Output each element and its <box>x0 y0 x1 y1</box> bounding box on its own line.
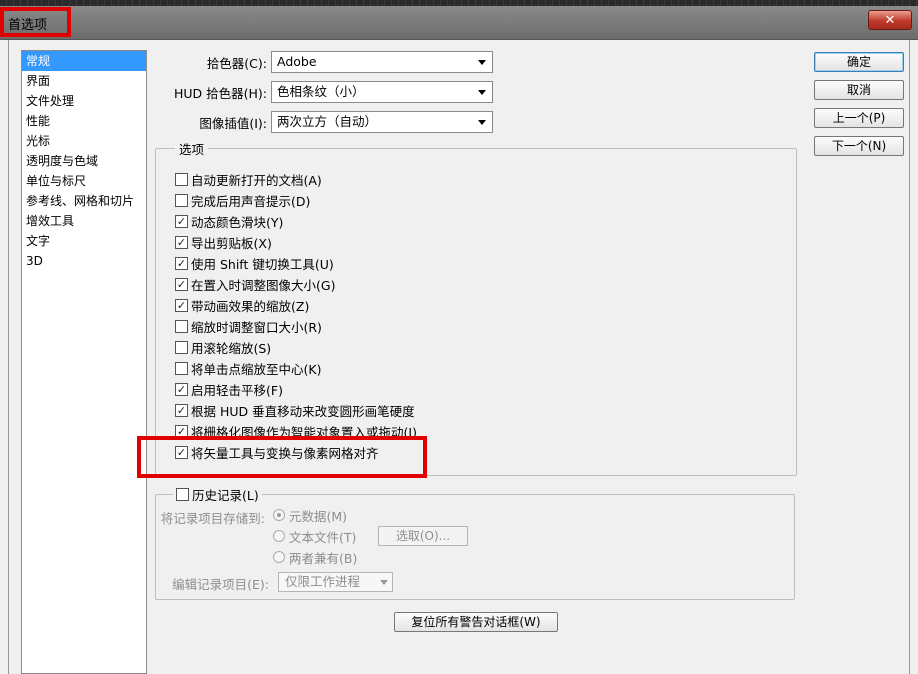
option-zoom-clicked-point[interactable]: 将单击点缩放至中心(K) <box>175 359 321 377</box>
option-label: 在置入时调整图像大小(G) <box>191 277 336 293</box>
hud-picker-value: 色相条纹（小） <box>277 84 365 99</box>
option-label: 根据 HUD 垂直移动来改变圆形画笔硬度 <box>191 403 415 419</box>
radio-icon[interactable] <box>273 530 285 542</box>
highlight-box <box>137 436 427 478</box>
radio-label: 两者兼有(B) <box>289 550 358 566</box>
option-label: 启用轻击平移(F) <box>191 382 283 398</box>
checkbox-checked-icon[interactable]: ✓ <box>175 298 188 312</box>
option-beep[interactable]: 完成后用声音提示(D) <box>175 191 310 209</box>
sidebar-item-cursors[interactable]: 光标 <box>22 131 146 151</box>
radio-selected-icon[interactable] <box>273 509 285 521</box>
checkbox-checked-icon[interactable]: ✓ <box>175 235 188 249</box>
radio-icon[interactable] <box>273 551 285 563</box>
option-shift-tool-switch[interactable]: ✓ 使用 Shift 键切换工具(U) <box>175 254 334 272</box>
option-animated-zoom[interactable]: ✓ 带动画效果的缩放(Z) <box>175 296 309 314</box>
option-label: 自动更新打开的文档(A) <box>191 172 322 188</box>
checkbox[interactable] <box>176 487 189 501</box>
chevron-down-icon <box>380 580 388 585</box>
interpolation-select[interactable]: 两次立方（自动） <box>271 111 493 133</box>
option-scroll-zoom[interactable]: 用滚轮缩放(S) <box>175 338 271 356</box>
cancel-button[interactable]: 取消 <box>814 80 904 100</box>
hud-picker-label: HUD 拾色器(H): <box>173 86 267 101</box>
close-icon: ✕ <box>884 12 896 28</box>
sidebar-item-transparency[interactable]: 透明度与色域 <box>22 151 146 171</box>
edit-log-select[interactable]: 仅限工作进程 <box>278 572 393 592</box>
edit-log-label: 编辑记录项目(E): <box>172 577 269 592</box>
sidebar-item-general[interactable]: 常规 <box>22 51 146 71</box>
sidebar-item-plugins[interactable]: 增效工具 <box>22 211 146 231</box>
choose-file-button[interactable]: 选取(O)... <box>378 526 468 546</box>
interpolation-value: 两次立方（自动） <box>277 114 378 129</box>
checkbox[interactable] <box>175 172 188 186</box>
title-bar[interactable]: 首选项 ✕ <box>0 6 918 40</box>
sidebar-item-3d[interactable]: 3D <box>22 251 146 271</box>
option-label: 带动画效果的缩放(Z) <box>191 298 310 314</box>
option-label: 用滚轮缩放(S) <box>191 340 272 356</box>
option-resize-on-place[interactable]: ✓ 在置入时调整图像大小(G) <box>175 275 335 293</box>
option-auto-update[interactable]: 自动更新打开的文档(A) <box>175 170 322 188</box>
title-highlight-box <box>0 7 71 37</box>
radio-metadata[interactable]: 元数据(M) <box>273 506 347 524</box>
checkbox[interactable] <box>175 361 188 375</box>
option-flick-panning[interactable]: ✓ 启用轻击平移(F) <box>175 380 283 398</box>
history-toggle[interactable]: 历史记录(L) <box>173 485 262 503</box>
save-to-label: 将记录项目存储到: <box>160 511 265 526</box>
option-hud-brush-hardness[interactable]: ✓ 根据 HUD 垂直移动来改变圆形画笔硬度 <box>175 401 415 419</box>
radio-label: 元数据(M) <box>289 508 348 524</box>
sidebar-item-guides[interactable]: 参考线、网格和切片 <box>22 191 146 211</box>
checkbox[interactable] <box>175 193 188 207</box>
category-list[interactable]: 常规 界面 文件处理 性能 光标 透明度与色域 单位与标尺 参考线、网格和切片 … <box>21 50 147 674</box>
color-picker-select[interactable]: Adobe <box>271 51 493 73</box>
ok-button[interactable]: 确定 <box>814 52 904 72</box>
color-picker-label: 拾色器(C): <box>206 56 267 71</box>
checkbox-checked-icon[interactable]: ✓ <box>175 382 188 396</box>
history-label: 历史记录(L) <box>192 487 259 503</box>
hud-picker-select[interactable]: 色相条纹（小） <box>271 81 493 103</box>
edit-log-value: 仅限工作进程 <box>285 574 361 589</box>
option-label: 将单击点缩放至中心(K) <box>191 361 322 377</box>
prev-button[interactable]: 上一个(P) <box>814 108 904 128</box>
sidebar-item-interface[interactable]: 界面 <box>22 71 146 91</box>
next-button[interactable]: 下一个(N) <box>814 136 904 156</box>
sidebar-item-units[interactable]: 单位与标尺 <box>22 171 146 191</box>
option-zoom-resize-window[interactable]: 缩放时调整窗口大小(R) <box>175 317 322 335</box>
color-picker-value: Adobe <box>277 54 317 69</box>
sidebar-item-file-handling[interactable]: 文件处理 <box>22 91 146 111</box>
checkbox-checked-icon[interactable]: ✓ <box>175 403 188 417</box>
preferences-dialog: 常规 界面 文件处理 性能 光标 透明度与色域 单位与标尺 参考线、网格和切片 … <box>8 40 910 674</box>
chevron-down-icon <box>478 60 486 65</box>
radio-text-file[interactable]: 文本文件(T) <box>273 527 356 545</box>
option-label: 缩放时调整窗口大小(R) <box>191 319 322 335</box>
chevron-down-icon <box>478 90 486 95</box>
sidebar-item-type[interactable]: 文字 <box>22 231 146 251</box>
sidebar-item-performance[interactable]: 性能 <box>22 111 146 131</box>
chevron-down-icon <box>478 120 486 125</box>
close-button[interactable]: ✕ <box>868 10 912 30</box>
checkbox[interactable] <box>175 319 188 333</box>
option-label: 使用 Shift 键切换工具(U) <box>191 256 334 272</box>
checkbox-checked-icon[interactable]: ✓ <box>175 277 188 291</box>
checkbox[interactable] <box>175 340 188 354</box>
option-label: 导出剪贴板(X) <box>191 235 272 251</box>
radio-label: 文本文件(T) <box>289 529 357 545</box>
checkbox-checked-icon[interactable]: ✓ <box>175 256 188 270</box>
options-legend: 选项 <box>175 139 209 158</box>
interpolation-label: 图像插值(I): <box>199 116 267 131</box>
option-label: 完成后用声音提示(D) <box>191 193 311 209</box>
reset-warnings-button[interactable]: 复位所有警告对话框(W) <box>394 612 558 632</box>
option-dynamic-sliders[interactable]: ✓ 动态颜色滑块(Y) <box>175 212 283 230</box>
radio-both[interactable]: 两者兼有(B) <box>273 548 357 566</box>
option-label: 动态颜色滑块(Y) <box>191 214 284 230</box>
option-export-clipboard[interactable]: ✓ 导出剪贴板(X) <box>175 233 272 251</box>
checkbox-checked-icon[interactable]: ✓ <box>175 214 188 228</box>
